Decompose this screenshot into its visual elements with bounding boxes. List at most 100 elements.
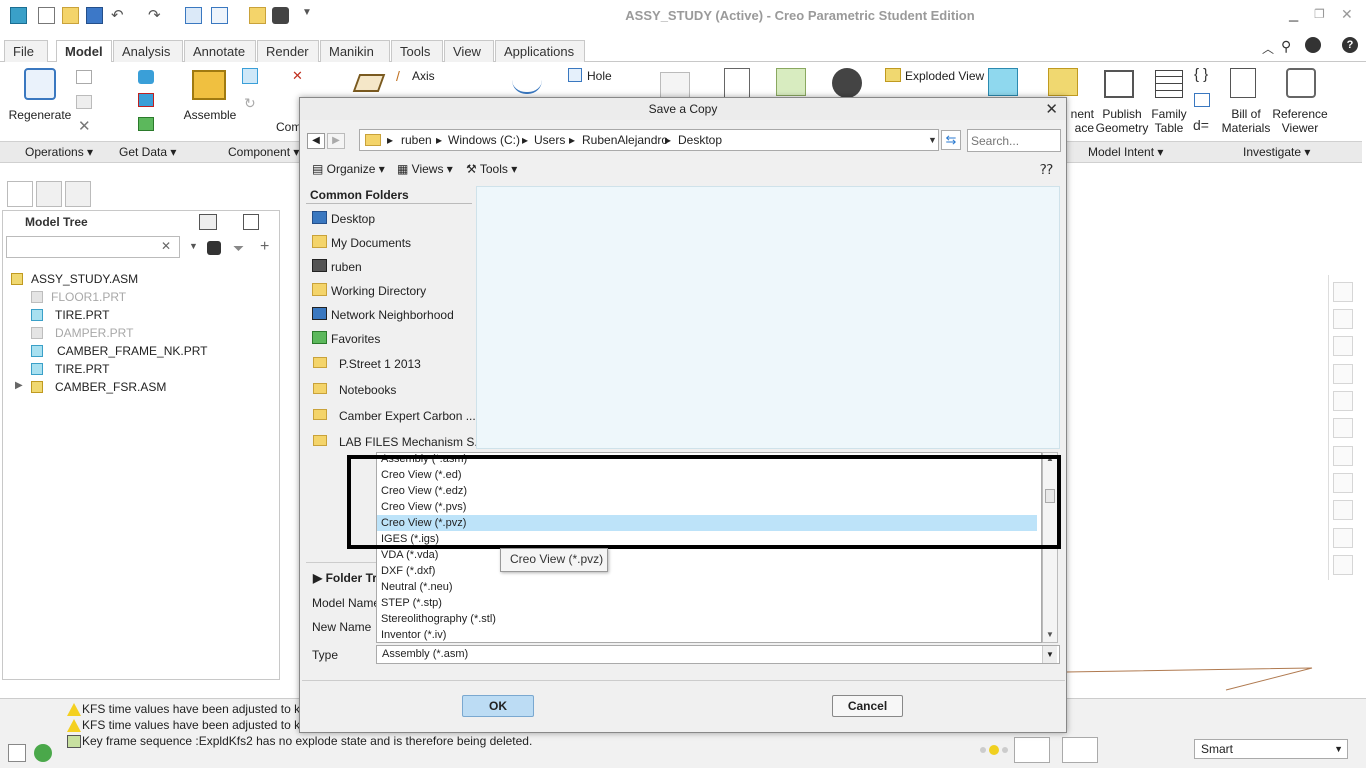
folder-tree-toggle[interactable]: ▶ Folder Tr	[313, 571, 377, 585]
reference-viewer-icon[interactable]	[1286, 68, 1316, 98]
tab-tools[interactable]: Tools	[391, 40, 443, 62]
filter-icon[interactable]: ⏷	[233, 240, 244, 257]
zoom-out-icon[interactable]	[1333, 336, 1353, 356]
display-style-icon[interactable]	[832, 68, 862, 98]
axis-button[interactable]: Axis	[412, 69, 442, 83]
expand-icon[interactable]: ▶	[15, 380, 23, 391]
toggle-browser-icon[interactable]	[34, 744, 52, 762]
path-segment-desktop[interactable]: Desktop	[678, 133, 722, 147]
repeat-icon[interactable]: ↻	[244, 95, 256, 112]
bill-of-materials-icon[interactable]	[1230, 68, 1256, 98]
organize-menu[interactable]: ▤ Organize ▾	[312, 162, 385, 176]
regenerate-button[interactable]: Regenerate	[8, 108, 72, 122]
path-segment-users[interactable]: Users	[534, 133, 565, 147]
copy-geometry-icon[interactable]	[138, 93, 154, 107]
tab-view[interactable]: View	[444, 40, 494, 62]
chevron-down-icon[interactable]: ▼	[1042, 646, 1057, 663]
folder-lab-files[interactable]: LAB FILES Mechanism S...	[339, 435, 484, 449]
family-table-button[interactable]: Family Table	[1150, 107, 1188, 135]
relations-icon[interactable]: { }	[1194, 66, 1208, 83]
open-folder-icon[interactable]	[62, 7, 79, 24]
view-manager-icon[interactable]	[1333, 446, 1353, 466]
search-input[interactable]	[967, 129, 1061, 152]
folder-icon[interactable]	[249, 7, 266, 24]
component-group[interactable]: Component ▾	[228, 145, 299, 159]
parameters-icon[interactable]: d=	[1193, 117, 1209, 133]
family-table-icon[interactable]	[1155, 70, 1183, 98]
reference-viewer-button[interactable]: Reference Viewer	[1268, 107, 1332, 135]
tree-row-tire-2[interactable]: TIRE.PRT	[3, 360, 279, 378]
undo-icon[interactable]: ↶	[111, 6, 124, 24]
publish-geometry-icon[interactable]	[1104, 70, 1134, 98]
refit-icon[interactable]	[1333, 282, 1353, 302]
search-dropdown-icon[interactable]: ▼	[189, 241, 198, 251]
component-interface-icon[interactable]	[1048, 68, 1078, 96]
zoom-in-icon[interactable]	[1333, 309, 1353, 329]
tree-row-camber-fsr[interactable]: ▶ CAMBER_FSR.ASM	[3, 378, 279, 396]
copy-icon[interactable]	[76, 70, 92, 84]
file-list[interactable]	[476, 186, 1060, 449]
quick-access-dropdown-icon[interactable]: ▼	[302, 7, 312, 18]
minimize-icon[interactable]: ▁	[1289, 8, 1298, 22]
restore-icon[interactable]: ❐	[1314, 7, 1325, 21]
dialog-close-icon[interactable]: ✕	[1045, 100, 1058, 118]
type-option[interactable]: VDA (*.vda)	[381, 547, 1041, 563]
perspective-icon[interactable]	[1333, 473, 1353, 493]
delete-icon[interactable]: ✕	[78, 117, 91, 135]
cancel-button[interactable]: Cancel	[832, 695, 903, 717]
windows-icon[interactable]	[211, 7, 228, 24]
tree-search-input[interactable]	[6, 236, 180, 258]
help-icon[interactable]: ?	[1342, 37, 1358, 53]
model-intent-group[interactable]: Model Intent ▾	[1088, 145, 1163, 159]
tree-row-assy-study[interactable]: ASSY_STUDY.ASM	[3, 270, 279, 288]
repaint-icon[interactable]	[1333, 364, 1353, 384]
shrinkwrap-icon[interactable]	[138, 117, 154, 131]
binoculars-icon[interactable]	[272, 7, 289, 24]
get-data-group[interactable]: Get Data ▾	[119, 145, 176, 159]
redo-icon[interactable]: ↷	[148, 6, 161, 24]
hole-button[interactable]: Hole	[587, 69, 627, 83]
search-icon[interactable]: ⚲	[1281, 38, 1291, 55]
new-file-icon[interactable]	[38, 7, 55, 24]
section-icon[interactable]	[988, 68, 1018, 96]
tools-menu[interactable]: ⚒ Tools ▾	[466, 162, 517, 176]
save-icon[interactable]	[86, 7, 103, 24]
selection-filter-select[interactable]: Smart ▼	[1194, 739, 1348, 759]
folder-network-neighborhood[interactable]: Network Neighborhood	[331, 308, 454, 322]
close-window-icon[interactable]: ✕	[1341, 6, 1353, 23]
tab-file[interactable]: File ▾	[4, 40, 48, 80]
show-icon[interactable]	[243, 214, 259, 230]
publish-geometry-button[interactable]: Publish Geometry	[1094, 107, 1150, 135]
tree-row-floor1[interactable]: FLOOR1.PRT	[3, 288, 279, 306]
toggle-navigator-icon[interactable]	[8, 744, 26, 762]
drag-components-icon[interactable]: ✕	[292, 68, 303, 84]
manage-views-icon[interactable]	[724, 68, 750, 98]
model-tree-tab-icon[interactable]	[7, 181, 33, 207]
add-column-icon[interactable]: +	[260, 238, 269, 256]
bill-of-materials-button[interactable]: Bill of Materials	[1220, 107, 1272, 135]
forward-icon[interactable]: ▶	[327, 133, 345, 149]
folder-pstreet[interactable]: P.Street 1 2013	[339, 357, 421, 371]
collapse-ribbon-icon[interactable]: ︿	[1262, 40, 1274, 57]
type-select[interactable]: Assembly (*.asm) ▼	[376, 645, 1060, 664]
folder-my-documents[interactable]: My Documents	[331, 236, 411, 250]
paste-icon[interactable]	[76, 95, 92, 109]
scroll-down-icon[interactable]: ▼	[1046, 630, 1054, 639]
assemble-icon[interactable]	[192, 70, 226, 100]
folder-browser-tab-icon[interactable]	[36, 181, 62, 207]
tab-render[interactable]: Render	[257, 40, 319, 62]
folder-working-directory[interactable]: Working Directory	[331, 284, 426, 298]
view-status-icon[interactable]	[1062, 737, 1098, 763]
tab-analysis[interactable]: Analysis	[113, 40, 183, 62]
switch-dimensions-icon[interactable]	[1194, 93, 1210, 107]
exploded-view-button[interactable]: Exploded View	[905, 69, 985, 83]
path-segment-user[interactable]: RubenAlejandro	[582, 133, 668, 147]
path-dropdown-icon[interactable]: ▼	[928, 135, 937, 145]
datum-display-icon[interactable]	[1333, 500, 1353, 520]
path-segment-drive[interactable]: Windows (C:)	[448, 133, 520, 147]
find-status-icon[interactable]	[1014, 737, 1050, 763]
settings-icon[interactable]	[199, 214, 217, 230]
component-operations-label[interactable]: Com	[276, 120, 301, 134]
type-option[interactable]: Stereolithography (*.stl)	[381, 611, 1041, 627]
folder-ruben[interactable]: ruben	[331, 260, 362, 274]
